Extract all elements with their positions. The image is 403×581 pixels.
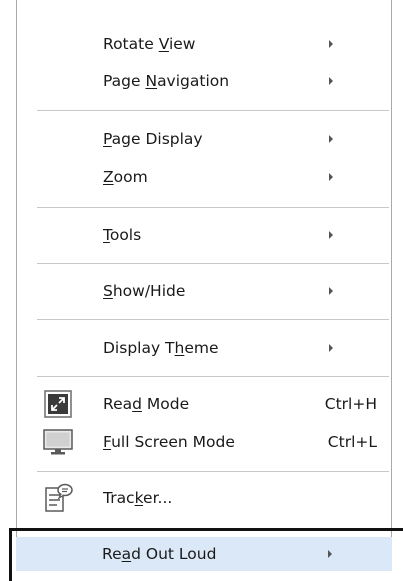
menu-item-label: Show/Hide: [103, 282, 186, 300]
submenu-arrow-icon: [329, 344, 333, 352]
full-screen-icon: [43, 429, 73, 455]
submenu-arrow-icon: [329, 40, 333, 48]
menu-separator: [37, 263, 389, 264]
menu-item-label: Page Display: [103, 130, 203, 148]
menu-item-read-mode[interactable]: Read Mode Ctrl+H: [17, 386, 391, 422]
read-mode-icon: [44, 390, 72, 418]
menu-item-read-out-loud[interactable]: Read Out Loud: [16, 537, 392, 571]
menu-item-rotate-view[interactable]: Rotate View: [17, 26, 391, 62]
submenu-arrow-icon: [329, 77, 333, 85]
shortcut-label: Ctrl+H: [324, 395, 377, 413]
menu-item-full-screen-mode[interactable]: Full Screen Mode Ctrl+L: [17, 424, 391, 460]
menu-item-page-navigation[interactable]: Page Navigation: [17, 63, 391, 99]
menu-item-label: Rotate View: [103, 35, 196, 53]
menu-separator: [37, 110, 389, 111]
shortcut-label: Ctrl+L: [327, 433, 377, 451]
menu-separator: [37, 376, 389, 377]
menu-item-label: Read Mode: [103, 395, 190, 413]
menu-item-zoom[interactable]: Zoom: [17, 159, 391, 195]
view-context-menu: Rotate View Page Navigation Page Display…: [16, 0, 392, 571]
menu-item-display-theme[interactable]: Display Theme: [17, 330, 391, 366]
menu-item-label: Tracker...: [103, 489, 173, 507]
menu-separator: [37, 207, 389, 208]
menu-item-label: Tools: [103, 226, 142, 244]
menu-item-label: Display Theme: [103, 339, 219, 357]
menu-item-show-hide[interactable]: Show/Hide: [17, 273, 391, 309]
menu-separator: [37, 319, 389, 320]
submenu-arrow-icon: [329, 173, 333, 181]
menu-separator: [37, 471, 389, 472]
menu-item-tracker[interactable]: Tracker...: [17, 480, 391, 516]
submenu-arrow-icon: [329, 231, 333, 239]
menu-item-label: Page Navigation: [103, 72, 230, 90]
menu-item-label: Full Screen Mode: [103, 433, 235, 451]
menu-item-label: Zoom: [103, 168, 148, 186]
menu-item-label: Read Out Loud: [102, 545, 217, 563]
tracker-icon: [45, 483, 73, 512]
menu-item-page-display[interactable]: Page Display: [17, 121, 391, 157]
submenu-arrow-icon: [329, 135, 333, 143]
submenu-arrow-icon: [329, 287, 333, 295]
menu-item-tools[interactable]: Tools: [17, 217, 391, 253]
submenu-arrow-icon: [328, 550, 332, 558]
